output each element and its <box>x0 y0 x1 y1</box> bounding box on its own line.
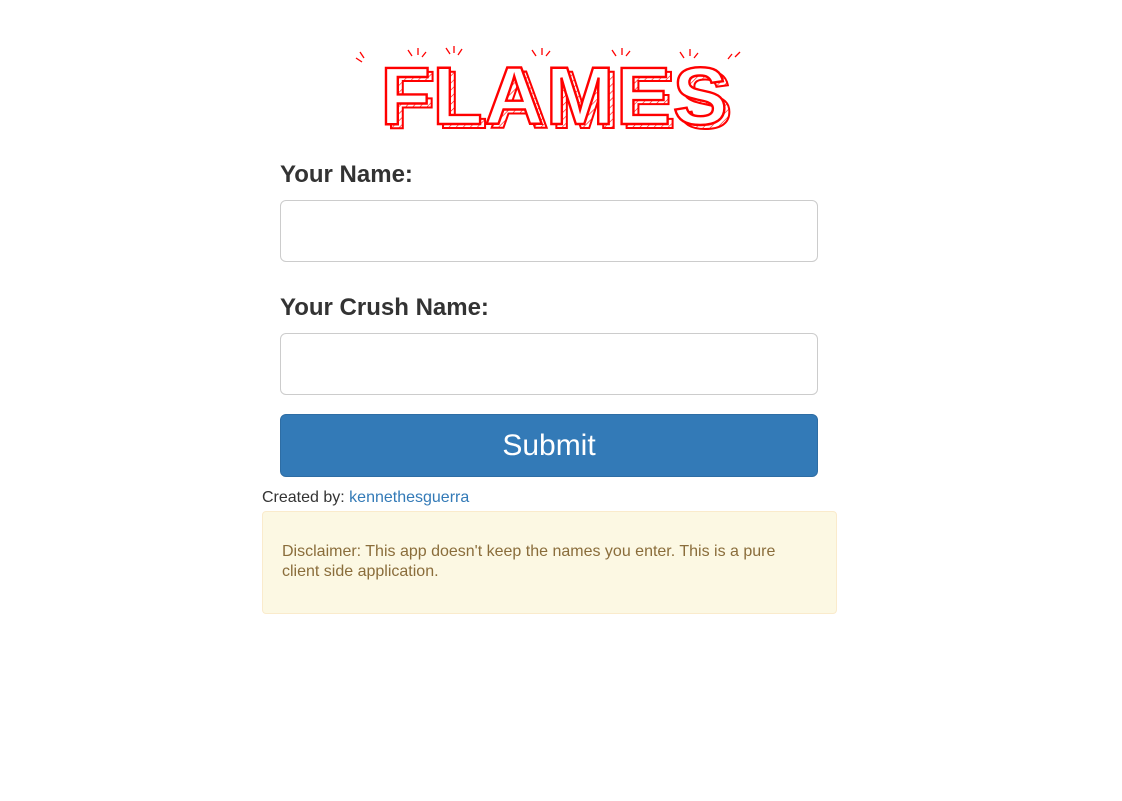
your-name-label: Your Name: <box>280 161 413 188</box>
submit-button[interactable]: Submit <box>280 414 818 477</box>
disclaimer-text: Disclaimer: This app doesn't keep the na… <box>282 543 776 580</box>
crush-name-label: Your Crush Name: <box>280 294 489 321</box>
flames-logo: FLAMES FLAMES <box>350 40 750 136</box>
author-link[interactable]: kennethesguerra <box>349 489 469 506</box>
disclaimer-alert: Disclaimer: This app doesn't keep the na… <box>262 511 837 614</box>
flames-form: Your Name: Your Crush Name: Submit <box>280 156 818 477</box>
credit-line: Created by: kennethesguerra <box>262 487 469 509</box>
your-name-input[interactable] <box>280 200 818 262</box>
crush-name-input[interactable] <box>280 333 818 395</box>
logo-text: FLAMES <box>380 51 729 136</box>
credit-prefix: Created by: <box>262 489 345 506</box>
